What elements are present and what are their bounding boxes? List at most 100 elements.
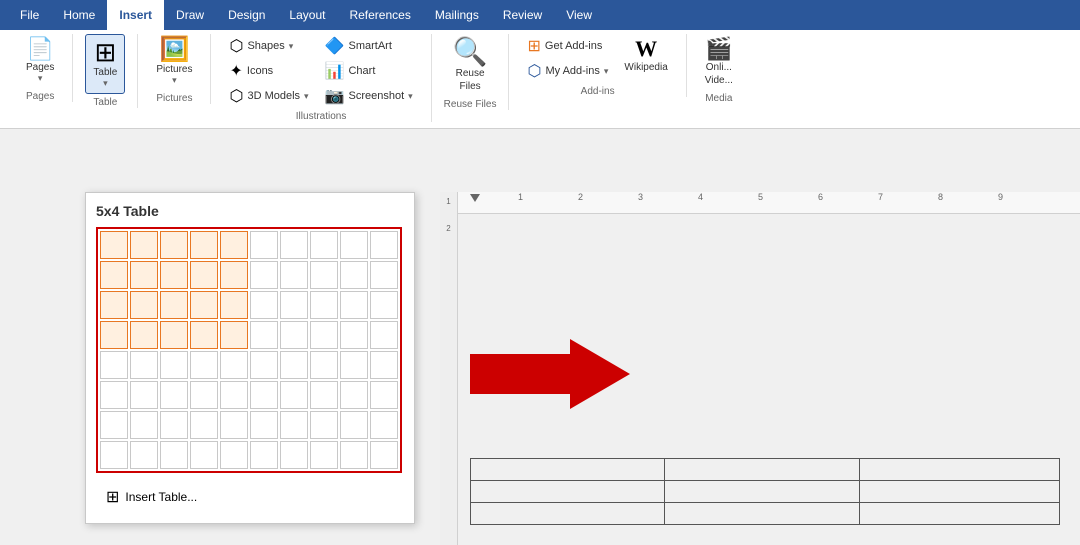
grid-cell[interactable]: [310, 441, 338, 469]
grid-cell[interactable]: [280, 231, 308, 259]
grid-cell[interactable]: [160, 261, 188, 289]
shapes-button[interactable]: ⬡ Shapes ▾: [223, 34, 314, 58]
tab-view[interactable]: View: [554, 0, 604, 30]
grid-cell[interactable]: [370, 381, 398, 409]
grid-cell[interactable]: [130, 231, 158, 259]
grid-cell[interactable]: [160, 231, 188, 259]
grid-cell[interactable]: [310, 261, 338, 289]
grid-cell[interactable]: [100, 261, 128, 289]
grid-cell[interactable]: [190, 321, 218, 349]
grid-cell[interactable]: [220, 231, 248, 259]
chart-button[interactable]: 📊 Chart: [319, 59, 419, 83]
grid-cell[interactable]: [370, 411, 398, 439]
pictures-button[interactable]: 🖼️ Pictures ▾: [150, 34, 198, 90]
tab-review[interactable]: Review: [491, 0, 554, 30]
tab-design[interactable]: Design: [216, 0, 277, 30]
grid-cell[interactable]: [280, 381, 308, 409]
grid-cell[interactable]: [340, 291, 368, 319]
grid-cell[interactable]: [370, 441, 398, 469]
grid-cell[interactable]: [310, 411, 338, 439]
grid-cell[interactable]: [160, 381, 188, 409]
tab-insert[interactable]: Insert: [107, 0, 164, 30]
tab-file[interactable]: File: [8, 0, 51, 30]
tab-mailings[interactable]: Mailings: [423, 0, 491, 30]
grid-cell[interactable]: [280, 351, 308, 379]
pages-button[interactable]: 📄 Pages ▾: [20, 34, 60, 88]
grid-cell[interactable]: [130, 351, 158, 379]
grid-cell[interactable]: [340, 441, 368, 469]
tab-draw[interactable]: Draw: [164, 0, 216, 30]
grid-cell[interactable]: [310, 321, 338, 349]
grid-cell[interactable]: [250, 351, 278, 379]
grid-cell[interactable]: [250, 261, 278, 289]
grid-cell[interactable]: [130, 261, 158, 289]
grid-cell[interactable]: [340, 411, 368, 439]
my-addins-button[interactable]: ⬡ My Add-ins ▾: [521, 59, 614, 83]
grid-cell[interactable]: [160, 411, 188, 439]
grid-cell[interactable]: [130, 411, 158, 439]
grid-cell[interactable]: [220, 321, 248, 349]
grid-cell[interactable]: [370, 261, 398, 289]
wikipedia-button[interactable]: W Wikipedia: [618, 34, 673, 77]
tab-home[interactable]: Home: [51, 0, 107, 30]
grid-cell[interactable]: [190, 261, 218, 289]
grid-cell[interactable]: [100, 231, 128, 259]
grid-cell[interactable]: [250, 231, 278, 259]
grid-cell[interactable]: [310, 291, 338, 319]
grid-cell[interactable]: [160, 291, 188, 319]
grid-cell[interactable]: [130, 441, 158, 469]
grid-cell[interactable]: [280, 411, 308, 439]
grid-cell[interactable]: [340, 261, 368, 289]
icons-button[interactable]: ✦ Icons: [223, 59, 314, 83]
grid-cell[interactable]: [160, 441, 188, 469]
screenshot-button[interactable]: 📷 Screenshot ▾: [319, 84, 419, 108]
grid-cell[interactable]: [220, 411, 248, 439]
smartart-button[interactable]: 🔷 SmartArt: [319, 34, 419, 58]
grid-cell[interactable]: [310, 231, 338, 259]
table-grid[interactable]: [96, 227, 402, 473]
grid-cell[interactable]: [220, 381, 248, 409]
table-button[interactable]: ⊞ Table ▾: [85, 34, 125, 94]
grid-cell[interactable]: [250, 411, 278, 439]
grid-cell[interactable]: [370, 351, 398, 379]
grid-cell[interactable]: [370, 321, 398, 349]
grid-cell[interactable]: [220, 441, 248, 469]
grid-cell[interactable]: [100, 381, 128, 409]
insert-table-button[interactable]: ⊞ Insert Table...: [96, 481, 404, 513]
grid-cell[interactable]: [370, 291, 398, 319]
grid-cell[interactable]: [250, 291, 278, 319]
grid-cell[interactable]: [310, 351, 338, 379]
grid-cell[interactable]: [130, 291, 158, 319]
grid-cell[interactable]: [280, 261, 308, 289]
grid-cell[interactable]: [100, 351, 128, 379]
grid-cell[interactable]: [340, 381, 368, 409]
grid-cell[interactable]: [250, 381, 278, 409]
grid-cell[interactable]: [190, 351, 218, 379]
grid-cell[interactable]: [100, 291, 128, 319]
grid-cell[interactable]: [160, 321, 188, 349]
grid-cell[interactable]: [190, 291, 218, 319]
3d-models-button[interactable]: ⬡ 3D Models ▾: [223, 84, 314, 108]
grid-cell[interactable]: [280, 291, 308, 319]
grid-cell[interactable]: [190, 231, 218, 259]
tab-layout[interactable]: Layout: [277, 0, 337, 30]
tab-references[interactable]: References: [337, 0, 422, 30]
get-addins-button[interactable]: ⊞ Get Add-ins: [521, 34, 614, 58]
grid-cell[interactable]: [340, 231, 368, 259]
grid-cell[interactable]: [190, 441, 218, 469]
grid-cell[interactable]: [100, 411, 128, 439]
grid-cell[interactable]: [100, 321, 128, 349]
grid-cell[interactable]: [310, 381, 338, 409]
reuse-files-button[interactable]: 🔍 Reuse Files: [447, 34, 494, 96]
grid-cell[interactable]: [250, 441, 278, 469]
grid-cell[interactable]: [220, 351, 248, 379]
grid-cell[interactable]: [130, 381, 158, 409]
grid-cell[interactable]: [220, 291, 248, 319]
grid-cell[interactable]: [220, 261, 248, 289]
grid-cell[interactable]: [370, 231, 398, 259]
grid-cell[interactable]: [340, 321, 368, 349]
online-video-button[interactable]: 🎬 Onli... Vide...: [699, 34, 739, 90]
grid-cell[interactable]: [100, 441, 128, 469]
grid-cell[interactable]: [130, 321, 158, 349]
grid-cell[interactable]: [190, 411, 218, 439]
